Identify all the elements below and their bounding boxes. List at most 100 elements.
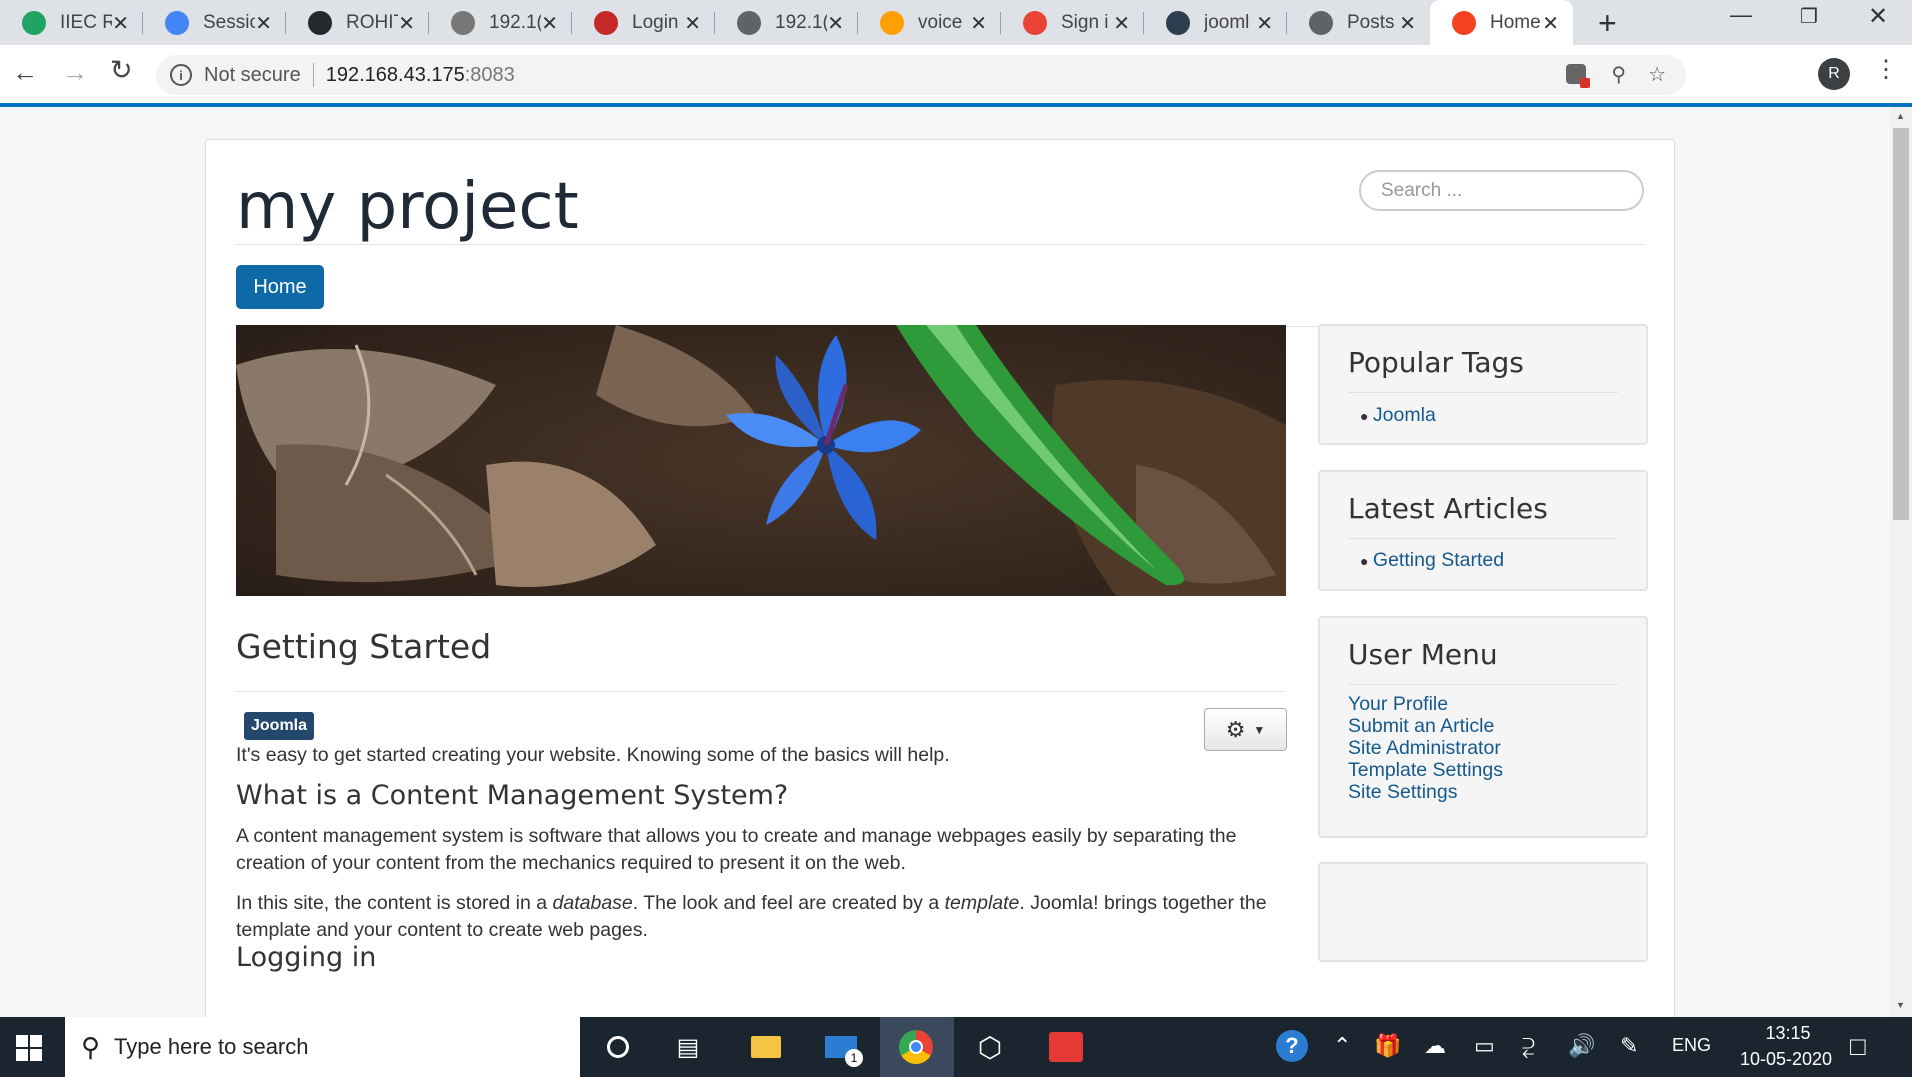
tab-title: Sign i [1061, 11, 1109, 33]
minimize-icon[interactable]: — [1730, 2, 1752, 28]
gift-icon[interactable]: 🎁 [1374, 1033, 1401, 1059]
user-avatar-icon [451, 10, 475, 35]
tab-3[interactable]: 192.1(✕ [429, 0, 572, 45]
info-icon[interactable]: i [170, 64, 192, 86]
help-icon[interactable]: ? [1276, 1030, 1308, 1062]
battery-icon[interactable]: ▭ [1474, 1033, 1495, 1059]
docker-icon [1166, 10, 1190, 35]
wifi-icon[interactable]: ⥻ [1522, 1033, 1535, 1059]
windows-taskbar: ⚲ Type here to search ▤ 1 ⬡ ? ⌃ 🎁 ☁ ▭ ⥻ … [0, 1017, 1912, 1077]
scroll-down-icon[interactable]: ▼ [1896, 1000, 1905, 1010]
pen-icon[interactable]: ✎ [1620, 1033, 1638, 1059]
search-input[interactable]: Search ... [1359, 170, 1644, 211]
menu-link-your-profile[interactable]: Your Profile [1348, 693, 1448, 716]
menu-link-submit-article[interactable]: Submit an Article [1348, 715, 1494, 738]
tab-5[interactable]: 192.1(✕ [715, 0, 858, 45]
taskbar-search-input[interactable]: ⚲ Type here to search [65, 1017, 580, 1077]
tab-close-icon[interactable]: ✕ [970, 11, 987, 36]
tab-6[interactable]: voice ✕ [858, 0, 1001, 45]
header-divider [236, 244, 1646, 245]
tab-close-icon[interactable]: ✕ [541, 11, 558, 36]
taskbar-search-placeholder: Type here to search [114, 1034, 309, 1059]
star-icon[interactable]: ☆ [1648, 62, 1666, 87]
module-divider [1348, 684, 1618, 685]
tab-close-icon[interactable]: ✕ [1113, 11, 1130, 36]
module-next [1318, 862, 1648, 962]
new-tab-button[interactable]: + [1598, 5, 1617, 42]
tab-7[interactable]: Sign i ✕ [1001, 0, 1144, 45]
chevron-up-icon[interactable]: ⌃ [1333, 1033, 1351, 1059]
virtualbox-icon[interactable]: ⬡ [972, 1029, 1008, 1065]
tab-title: 192.1( [775, 11, 827, 33]
profile-avatar[interactable]: R [1818, 58, 1850, 90]
site-title[interactable]: my project [236, 170, 579, 244]
url-port: :8083 [464, 63, 515, 86]
tab-close-icon[interactable]: ✕ [112, 11, 129, 36]
mail-icon[interactable]: 1 [823, 1029, 863, 1067]
site-container: my project Search ... Home Getting Start… [205, 139, 1675, 1017]
module-divider [1348, 538, 1618, 539]
heading-logging-in: Logging in [236, 942, 377, 973]
globe-icon [737, 10, 761, 35]
tab-close-icon[interactable]: ✕ [684, 11, 701, 36]
tab-1[interactable]: Sessio ✕ [143, 0, 286, 45]
app-icon[interactable] [1048, 1029, 1084, 1065]
tab-title: 192.1( [489, 11, 541, 33]
tag-link-joomla[interactable]: Joomla [1373, 404, 1436, 426]
file-explorer-icon[interactable] [748, 1029, 784, 1065]
flame-icon [880, 10, 904, 35]
windows-start-icon[interactable] [16, 1035, 42, 1061]
onedrive-icon[interactable]: ☁ [1424, 1033, 1446, 1059]
browser-toolbar: ← → ↻ i Not secure 192.168.43.175:8083 ☆… [0, 45, 1912, 105]
tab-close-icon[interactable]: ✕ [1256, 11, 1273, 36]
module-user-menu: User Menu Your Profile Submit an Article… [1318, 616, 1648, 838]
scroll-up-icon[interactable]: ▲ [1896, 111, 1905, 121]
taskbar-underlines [780, 1073, 1080, 1076]
tab-0[interactable]: IIEC R ✕ [0, 0, 143, 45]
emphasis-template: template [944, 892, 1020, 914]
tab-close-icon[interactable]: ✕ [1399, 11, 1416, 36]
globe-icon [1309, 10, 1333, 35]
caret-down-icon: ▼ [1253, 722, 1266, 737]
chrome-icon[interactable] [898, 1029, 934, 1065]
chrome-menu-icon[interactable]: ⋮ [1874, 55, 1898, 84]
tab-title: Login [632, 11, 679, 33]
restore-icon[interactable]: ❐ [1800, 4, 1818, 29]
notification-icon[interactable]: □ [1850, 1031, 1866, 1062]
article-title: Getting Started [236, 627, 492, 666]
list-item: ● Joomla [1360, 404, 1436, 426]
menu-link-site-settings[interactable]: Site Settings [1348, 781, 1457, 804]
tab-8[interactable]: jooml ✕ [1144, 0, 1287, 45]
cortana-icon[interactable] [600, 1029, 636, 1065]
back-icon[interactable]: ← [12, 57, 38, 88]
task-view-icon[interactable]: ▤ [670, 1029, 706, 1065]
key-icon[interactable]: ⚲ [1611, 62, 1626, 87]
tab-title: Posts [1347, 11, 1395, 33]
nav-home-button[interactable]: Home [236, 265, 324, 309]
article-link-getting-started[interactable]: Getting Started [1373, 549, 1504, 571]
google-docs-icon [165, 10, 189, 35]
close-window-icon[interactable]: ✕ [1868, 2, 1888, 31]
menu-link-site-administrator[interactable]: Site Administrator [1348, 737, 1501, 760]
clock-date[interactable]: 10-05-2020 [1722, 1049, 1850, 1070]
blocked-cookies-icon[interactable] [1566, 64, 1590, 88]
language-indicator[interactable]: ENG [1672, 1035, 1711, 1056]
tab-10[interactable]: Home ✕ [1430, 0, 1573, 45]
forward-icon[interactable]: → [62, 57, 88, 88]
tab-close-icon[interactable]: ✕ [827, 11, 844, 36]
tab-title: jooml [1204, 11, 1250, 33]
menu-link-template-settings[interactable]: Template Settings [1348, 759, 1503, 782]
address-bar[interactable]: i Not secure 192.168.43.175:8083 ☆ ⚲ [156, 55, 1686, 95]
tab-4[interactable]: Login ✕ [572, 0, 715, 45]
tab-close-icon[interactable]: ✕ [255, 11, 272, 36]
tab-close-icon[interactable]: ✕ [1542, 11, 1559, 36]
tab-close-icon[interactable]: ✕ [398, 11, 415, 36]
tag-badge[interactable]: Joomla [244, 712, 315, 740]
tab-2[interactable]: ROHIT✕ [286, 0, 429, 45]
tab-9[interactable]: Posts ✕ [1287, 0, 1430, 45]
page-viewport: my project Search ... Home Getting Start… [0, 107, 1890, 1017]
clock-time[interactable]: 13:15 [1740, 1023, 1836, 1044]
volume-icon[interactable]: 🔊 [1568, 1033, 1595, 1059]
reload-icon[interactable]: ↻ [110, 55, 133, 86]
scrollbar-thumb[interactable] [1893, 128, 1909, 520]
